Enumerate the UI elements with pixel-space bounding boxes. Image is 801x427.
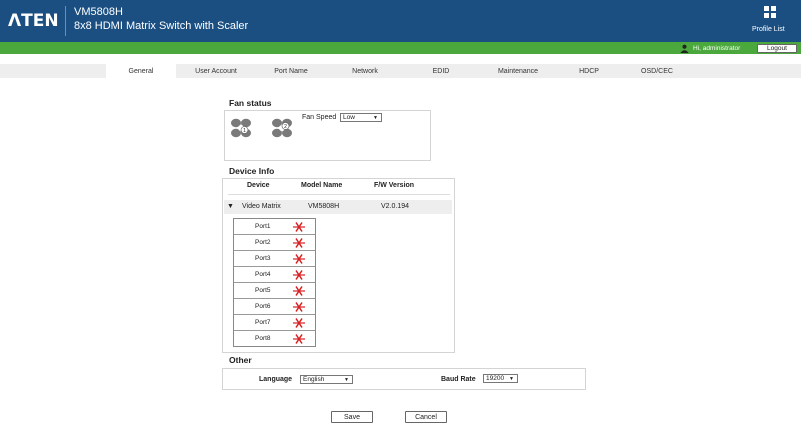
aten-logo: ΛTEN — [8, 11, 59, 31]
port-label: Port5 — [255, 287, 271, 294]
column-model-name: Model Name — [301, 182, 343, 189]
chevron-down-icon: ▼ — [344, 377, 349, 383]
model-name: VM5808H — [74, 6, 123, 18]
disconnected-icon — [293, 222, 305, 232]
port-label: Port8 — [255, 335, 271, 342]
port-row: Port6 — [234, 299, 315, 315]
tab-network[interactable]: Network — [340, 64, 390, 78]
disconnected-icon — [293, 334, 305, 344]
header-divider — [228, 194, 450, 195]
fan-speed-value: Low — [343, 114, 355, 121]
port-row: Port4 — [234, 267, 315, 283]
device-name: Video Matrix — [242, 203, 281, 210]
disconnected-icon — [293, 318, 305, 328]
disconnected-icon — [293, 286, 305, 296]
port-label: Port1 — [255, 223, 271, 230]
port-row: Port2 — [234, 235, 315, 251]
port-row: Port7 — [234, 315, 315, 331]
device-model: VM5808H — [308, 203, 340, 210]
port-row: Port5 — [234, 283, 315, 299]
port-row: Port8 — [234, 331, 315, 347]
port-label: Port2 — [255, 239, 271, 246]
save-button[interactable]: Save — [331, 411, 373, 423]
chevron-down-icon: ▼ — [373, 115, 378, 121]
port-label: Port7 — [255, 319, 271, 326]
port-label: Port4 — [255, 271, 271, 278]
disconnected-icon — [293, 238, 305, 248]
language-value: English — [303, 376, 325, 383]
device-fw: V2.0.194 — [381, 203, 410, 210]
chevron-down-icon: ▼ — [509, 376, 514, 382]
fan-1-number: 1 — [243, 128, 246, 134]
tab-general[interactable]: General — [106, 64, 176, 78]
top-header: ΛTEN VM5808H 8x8 HDMI Matrix Switch with… — [0, 0, 801, 42]
profile-list-icon[interactable] — [764, 6, 776, 18]
logo-divider — [65, 6, 66, 36]
user-icon — [680, 44, 689, 53]
language-select[interactable]: English ▼ — [300, 375, 353, 384]
tab-hdcp[interactable]: HDCP — [566, 64, 612, 78]
fan-speed-label: Fan Speed — [302, 114, 337, 121]
profile-list-link[interactable]: Profile List — [752, 26, 785, 33]
fan-status-title: Fan status — [229, 98, 272, 108]
fan-1-icon: 1 — [231, 118, 251, 138]
tab-port-name[interactable]: Port Name — [258, 64, 324, 78]
expand-triangle-icon[interactable]: ▼ — [227, 203, 234, 210]
tab-osd-cec[interactable]: OSD/CEC — [624, 64, 690, 78]
user-greeting: Hi, administrator — [693, 45, 741, 52]
tab-maintenance[interactable]: Maintenance — [480, 64, 556, 78]
column-device: Device — [247, 182, 270, 189]
baud-rate-label: Baud Rate — [441, 376, 476, 383]
product-subtitle: 8x8 HDMI Matrix Switch with Scaler — [74, 20, 249, 32]
language-label: Language — [259, 376, 293, 383]
baud-rate-select[interactable]: 19200 ▼ — [483, 374, 518, 383]
fan-2-number: 2 — [284, 124, 287, 130]
other-title: Other — [229, 355, 252, 365]
port-label: Port3 — [255, 255, 271, 262]
port-row: Port1 — [234, 219, 315, 235]
disconnected-icon — [293, 270, 305, 280]
disconnected-icon — [293, 302, 305, 312]
baud-rate-value: 19200 — [486, 375, 505, 382]
device-info-title: Device Info — [229, 166, 275, 176]
column-fw-version: F/W Version — [374, 182, 415, 189]
tab-user-account[interactable]: User Account — [180, 64, 252, 78]
port-list: Port1 Port2 Port3 Port4 Port5 Port6 Port… — [233, 218, 316, 347]
logout-button[interactable]: Logout — [757, 44, 797, 53]
disconnected-icon — [293, 254, 305, 264]
fan-2-icon: 2 — [272, 118, 292, 138]
port-row: Port3 — [234, 251, 315, 267]
fan-speed-select[interactable]: Low ▼ — [340, 113, 382, 122]
port-label: Port6 — [255, 303, 271, 310]
cancel-button[interactable]: Cancel — [405, 411, 447, 423]
tab-edid[interactable]: EDID — [418, 64, 464, 78]
